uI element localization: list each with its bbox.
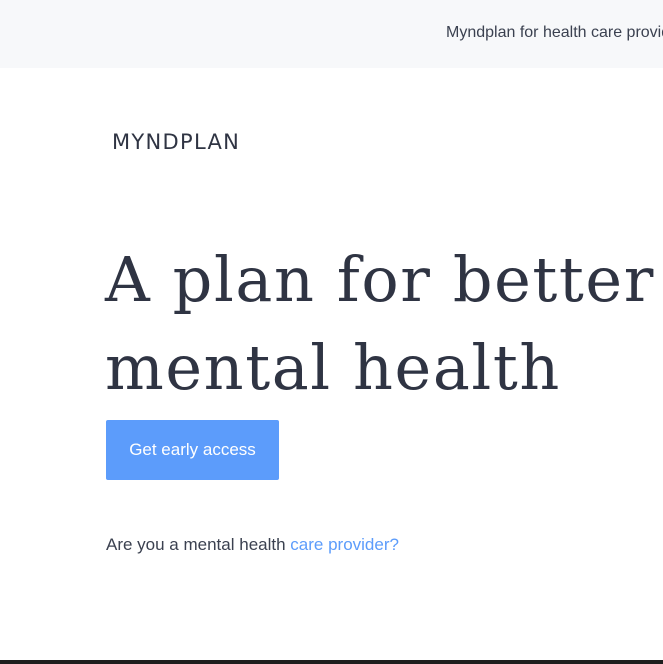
care-provider-prompt-text: Are you a mental health [106,535,291,554]
hero-title-line-2: mental health [105,331,561,404]
care-provider-prompt: Are you a mental health care provider? [106,535,399,555]
top-banner: Myndplan for health care providers [0,0,663,68]
hero-title-line-1: A plan for better [105,243,655,316]
myndplan-logo[interactable]: MYNDPLAN [112,130,240,154]
bottom-divider [0,660,663,664]
hero-title: A plan for better mental health [105,236,655,412]
get-early-access-button[interactable]: Get early access [106,420,279,480]
health-care-providers-link[interactable]: Myndplan for health care providers [446,24,663,42]
care-provider-link[interactable]: care provider? [290,535,399,554]
